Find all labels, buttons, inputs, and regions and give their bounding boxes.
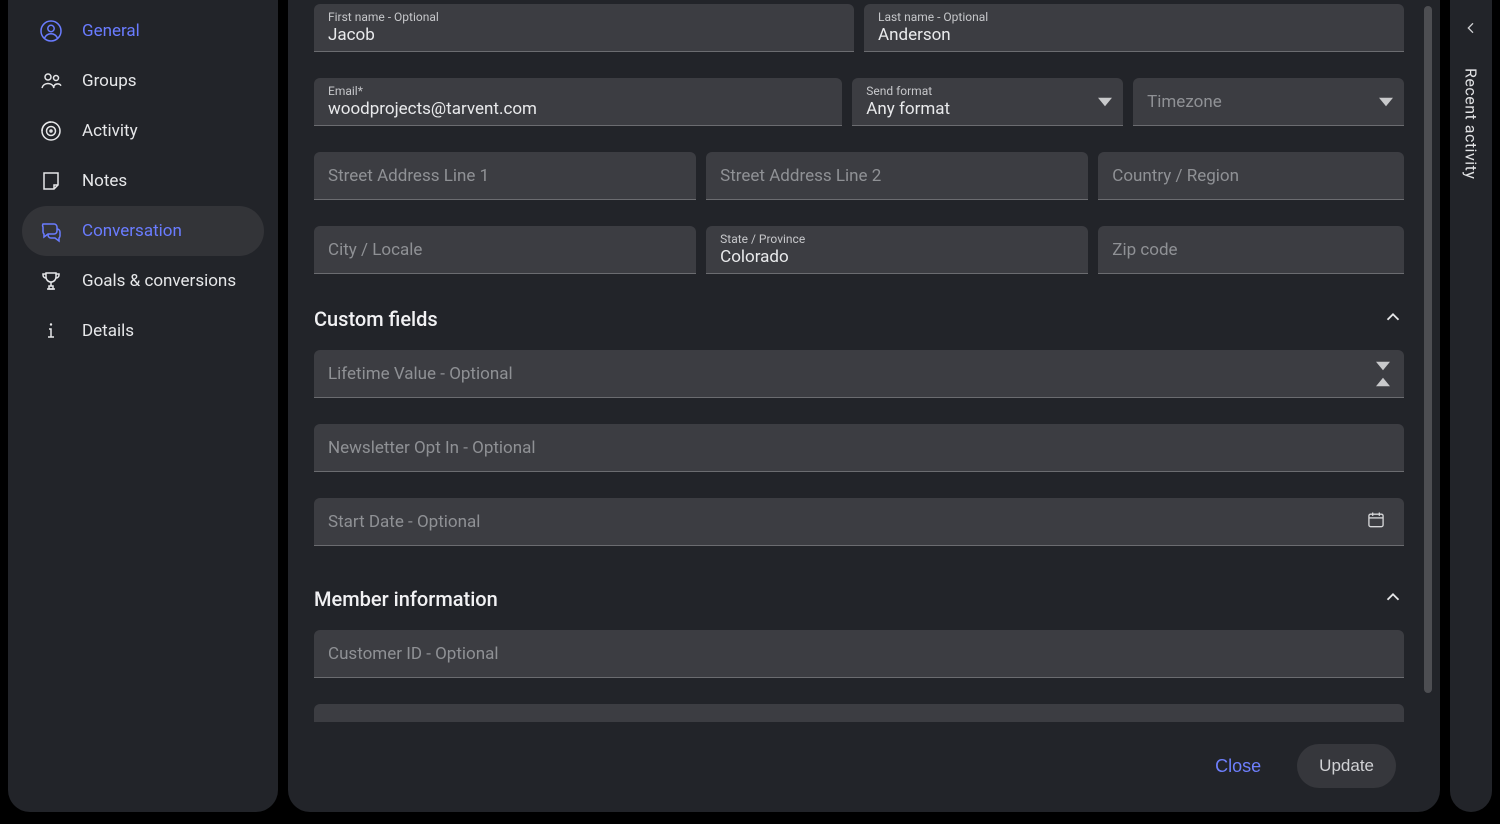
sidebar-item-general[interactable]: General [22,6,264,56]
scroll-thumb[interactable] [1424,6,1432,693]
sidebar-item-activity[interactable]: Activity [22,106,264,156]
number-stepper[interactable] [1376,361,1404,387]
email-label: Email* [328,84,363,98]
stepper-down-icon [1376,361,1390,371]
last-name-label: Last name - Optional [878,10,988,24]
sidebar-item-label: Groups [82,71,137,91]
last-name-field[interactable]: Last name - Optional Anderson [864,4,1404,52]
customer-id-field[interactable]: Customer ID - Optional [314,630,1404,678]
sidebar-item-label: Notes [82,171,127,191]
recent-activity-panel[interactable]: Recent activity [1450,0,1492,812]
custom-fields-header[interactable]: Custom fields [314,306,1404,332]
start-date-field[interactable]: Start Date - Optional [314,498,1404,546]
dropdown-caret-icon [1087,95,1123,109]
first-name-field[interactable]: First name - Optional Jacob [314,4,854,52]
calendar-icon [1366,510,1404,534]
start-date-placeholder: Start Date - Optional [314,512,1366,532]
stepper-up-icon [1376,377,1390,387]
member-info-header[interactable]: Member information [314,586,1404,612]
update-button[interactable]: Update [1297,744,1396,788]
groups-icon [38,68,64,94]
dropdown-caret-icon [1368,95,1404,109]
timezone-placeholder: Timezone [1133,92,1368,112]
chevron-up-icon [1382,306,1404,332]
timezone-select[interactable]: Timezone [1133,78,1404,126]
country-placeholder: Country / Region [1098,166,1404,186]
sidebar-item-label: Activity [82,121,138,141]
info-icon [38,318,64,344]
footer-actions: Close Update [288,720,1440,812]
sidebar-item-label: Details [82,321,134,341]
sidebar-item-label: Conversation [82,221,182,241]
custom-fields-title: Custom fields [314,307,438,331]
sidebar-item-label: Goals & conversions [82,271,236,291]
city-placeholder: City / Locale [314,240,696,260]
street1-field[interactable]: Street Address Line 1 [314,152,696,200]
zip-placeholder: Zip code [1098,240,1404,260]
user-circle-icon [38,18,64,44]
recent-activity-label: Recent activity [1462,68,1481,179]
send-format-select[interactable]: Send format Any format [852,78,1123,126]
street2-field[interactable]: Street Address Line 2 [706,152,1088,200]
lifetime-value-placeholder: Lifetime Value - Optional [314,364,1376,384]
trophy-icon [38,268,64,294]
close-button[interactable]: Close [1209,755,1267,778]
sidebar: General Groups Activity Notes [8,0,278,812]
sidebar-item-groups[interactable]: Groups [22,56,264,106]
target-icon [38,118,64,144]
newsletter-optin-field[interactable]: Newsletter Opt In - Optional [314,424,1404,472]
chevron-up-icon [1382,586,1404,612]
main-panel: First name - Optional Jacob Last name - … [288,0,1440,812]
note-icon [38,168,64,194]
customer-id-placeholder: Customer ID - Optional [314,644,1404,664]
state-label: State / Province [720,232,805,246]
city-field[interactable]: City / Locale [314,226,696,274]
send-format-label: Send format [866,84,932,98]
member-info-title: Member information [314,587,498,611]
lifetime-value-field[interactable]: Lifetime Value - Optional [314,350,1404,398]
street2-placeholder: Street Address Line 2 [706,166,1088,186]
sidebar-item-details[interactable]: Details [22,306,264,356]
email-value: woodprojects@tarvent.com [314,81,842,123]
first-name-label: First name - Optional [328,10,439,24]
sidebar-item-goals[interactable]: Goals & conversions [22,256,264,306]
country-field[interactable]: Country / Region [1098,152,1404,200]
email-field[interactable]: Email* woodprojects@tarvent.com [314,78,842,126]
chat-icon [38,218,64,244]
chevron-left-icon [1463,20,1479,40]
street1-placeholder: Street Address Line 1 [314,166,696,186]
newsletter-optin-placeholder: Newsletter Opt In - Optional [314,438,1404,458]
zip-field[interactable]: Zip code [1098,226,1404,274]
state-field[interactable]: State / Province Colorado [706,226,1088,274]
form-content: First name - Optional Jacob Last name - … [314,0,1410,812]
sidebar-item-conversation[interactable]: Conversation [22,206,264,256]
sidebar-item-notes[interactable]: Notes [22,156,264,206]
scrollbar[interactable] [1424,6,1432,796]
sidebar-item-label: General [82,21,140,41]
